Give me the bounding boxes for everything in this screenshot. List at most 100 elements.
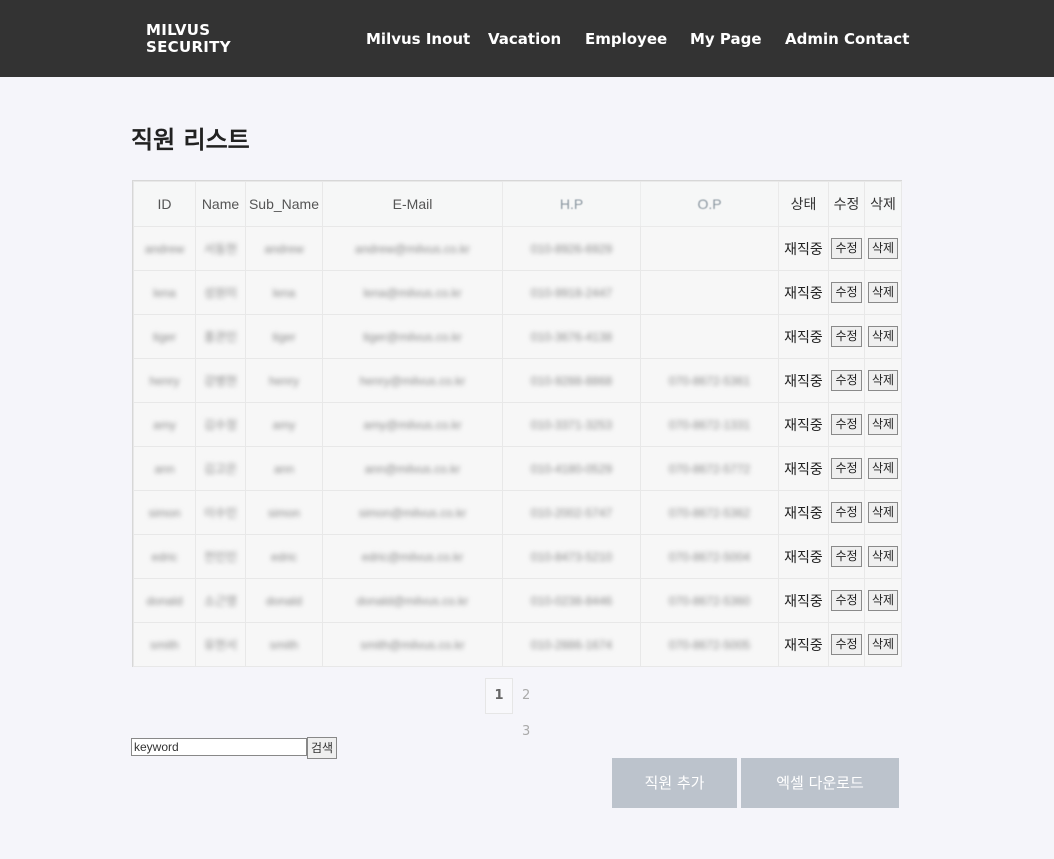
cell-sub: donald — [245, 578, 323, 623]
cell-name: 이수민 — [195, 490, 246, 535]
cell-id: smith — [133, 622, 196, 667]
cell-delete: 삭제 — [864, 578, 902, 623]
cell-name: 김수정 — [195, 402, 246, 447]
edit-button[interactable]: 수정 — [831, 414, 862, 435]
nav-admin-contact[interactable]: Admin Contact — [785, 30, 909, 48]
cell-id: amy — [133, 402, 196, 447]
cell-status: 재직중 — [778, 490, 829, 535]
cell-hp: 010-2002-5747 — [502, 490, 641, 535]
cell-op: 070-8672-5362 — [640, 490, 779, 535]
cell-sub: henry — [245, 358, 323, 403]
cell-id: simon — [133, 490, 196, 535]
cell-status: 재직중 — [778, 446, 829, 491]
edit-button[interactable]: 수정 — [831, 326, 862, 347]
cell-delete: 삭제 — [864, 490, 902, 535]
cell-sub: andrew — [245, 226, 323, 271]
cell-name: 전민민 — [195, 534, 246, 579]
cell-edit: 수정 — [828, 226, 865, 271]
col-header-status: 상태 — [778, 181, 829, 227]
delete-button[interactable]: 삭제 — [867, 282, 899, 303]
cell-hp: 010-9918-2447 — [502, 270, 641, 315]
cell-name: 성원미 — [195, 270, 246, 315]
page-title: 직원 리스트 — [131, 126, 250, 154]
cell-status: 재직중 — [778, 402, 829, 447]
cell-hp: 010-8926-6929 — [502, 226, 641, 271]
nav-vacation[interactable]: Vacation — [488, 30, 561, 48]
cell-delete: 삭제 — [864, 270, 902, 315]
delete-button[interactable]: 삭제 — [867, 238, 899, 259]
search-button[interactable]: 검색 — [307, 737, 338, 759]
cell-op: 070-8672-5361 — [640, 358, 779, 403]
delete-button[interactable]: 삭제 — [867, 458, 899, 479]
cell-op: 070-8672-5005 — [640, 622, 779, 667]
cell-op: 070-8672-1331 — [640, 402, 779, 447]
delete-button[interactable]: 삭제 — [867, 590, 899, 611]
edit-button[interactable]: 수정 — [831, 238, 862, 259]
add-employee-button[interactable]: 직원 추가 — [612, 758, 737, 808]
table-row: tiger 홍관민 tiger tiger@milvus.co.kr 010-3676-… — [133, 314, 902, 359]
cell-hp: 010-9288-8868 — [502, 358, 641, 403]
delete-button[interactable]: 삭제 — [867, 414, 899, 435]
delete-button[interactable]: 삭제 — [867, 326, 899, 347]
table-row: andrew 서동현 andrew andrew@milvus.co.kr 010-89… — [133, 226, 902, 271]
cell-status: 재직중 — [778, 534, 829, 579]
edit-button[interactable]: 수정 — [831, 634, 862, 655]
edit-button[interactable]: 수정 — [831, 458, 862, 479]
nav-milvus-inout[interactable]: Milvus Inout — [366, 30, 470, 48]
cell-email: ann@milvus.co.kr — [322, 446, 503, 491]
cell-delete: 삭제 — [864, 358, 902, 403]
edit-button[interactable]: 수정 — [831, 282, 862, 303]
cell-edit: 수정 — [828, 446, 865, 491]
table-row: smith 유현서 smith smith@milvus.co.kr 010-2886-… — [133, 622, 902, 667]
cell-edit: 수정 — [828, 402, 865, 447]
delete-button[interactable]: 삭제 — [867, 502, 899, 523]
cell-name: 홍관민 — [195, 314, 246, 359]
col-header-sub-name: Sub_Name — [245, 181, 323, 227]
delete-button[interactable]: 삭제 — [867, 634, 899, 655]
table-row: edric 전민민 edric edric@milvus.co.kr 010-8473-… — [133, 534, 902, 579]
table-row: simon 이수민 simon simon@milvus.co.kr 010-2002-… — [133, 490, 902, 535]
col-header-name: Name — [195, 181, 246, 227]
page-links[interactable]: 2 3 — [522, 678, 530, 750]
cell-email: simon@milvus.co.kr — [322, 490, 503, 535]
edit-button[interactable]: 수정 — [831, 370, 862, 391]
edit-button[interactable]: 수정 — [831, 502, 862, 523]
cell-edit: 수정 — [828, 578, 865, 623]
nav-employee[interactable]: Employee — [585, 30, 667, 48]
delete-button[interactable]: 삭제 — [867, 370, 899, 391]
cell-delete: 삭제 — [864, 446, 902, 491]
edit-button[interactable]: 수정 — [831, 546, 862, 567]
cell-status: 재직중 — [778, 226, 829, 271]
cell-edit: 수정 — [828, 490, 865, 535]
cell-edit: 수정 — [828, 358, 865, 403]
top-navbar: MILVUS SECURITY Milvus Inout Vacation Em… — [0, 0, 1054, 77]
col-header-id: ID — [133, 181, 196, 227]
delete-button[interactable]: 삭제 — [867, 546, 899, 567]
cell-name: 소근영 — [195, 578, 246, 623]
page-current[interactable]: 1 — [485, 678, 513, 714]
cell-email: amy@milvus.co.kr — [322, 402, 503, 447]
cell-delete: 삭제 — [864, 534, 902, 579]
cell-email: tiger@milvus.co.kr — [322, 314, 503, 359]
search-input[interactable] — [131, 738, 307, 756]
cell-email: henry@milvus.co.kr — [322, 358, 503, 403]
col-header-edit: 수정 — [828, 181, 865, 227]
cell-sub: ann — [245, 446, 323, 491]
cell-status: 재직중 — [778, 270, 829, 315]
cell-email: donald@milvus.co.kr — [322, 578, 503, 623]
cell-delete: 삭제 — [864, 226, 902, 271]
excel-download-button[interactable]: 엑셀 다운로드 — [741, 758, 899, 808]
cell-sub: tiger — [245, 314, 323, 359]
cell-sub: lena — [245, 270, 323, 315]
edit-button[interactable]: 수정 — [831, 590, 862, 611]
cell-hp: 010-2886-1674 — [502, 622, 641, 667]
table-row: ann 김고은 ann ann@milvus.co.kr 010-4180-0529 07… — [133, 446, 902, 491]
cell-status: 재직중 — [778, 578, 829, 623]
cell-hp: 010-3676-4138 — [502, 314, 641, 359]
cell-sub: amy — [245, 402, 323, 447]
cell-status: 재직중 — [778, 358, 829, 403]
cell-hp: 010-4180-0529 — [502, 446, 641, 491]
cell-edit: 수정 — [828, 270, 865, 315]
nav-my-page[interactable]: My Page — [690, 30, 762, 48]
cell-id: henry — [133, 358, 196, 403]
